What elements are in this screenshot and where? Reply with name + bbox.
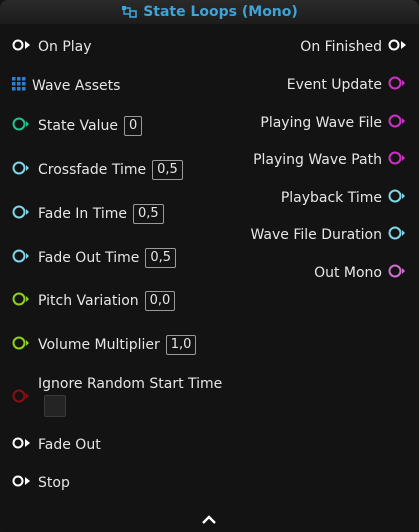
fade-in-time-pin[interactable]: Fade In Time 0,5 <box>12 204 164 224</box>
fade-in-time-input[interactable]: 0,5 <box>133 204 164 224</box>
crossfade-time-input[interactable]: 0,5 <box>152 160 183 180</box>
stop-label: Stop <box>38 475 70 491</box>
volume-multiplier-label: Volume Multiplier <box>38 337 160 353</box>
fade-out-pin[interactable]: Fade Out <box>12 436 101 454</box>
playing-wave-path-pin[interactable]: Playing Wave Path <box>253 151 408 169</box>
on-finished-label: On Finished <box>300 39 382 55</box>
float-pin-icon[interactable] <box>12 161 32 179</box>
wave-assets-label: Wave Assets <box>32 78 121 94</box>
playback-time-label: Playback Time <box>280 190 382 206</box>
fade-out-time-label: Fade Out Time <box>38 250 140 266</box>
state-value-pin[interactable]: State Value 0 <box>12 116 143 136</box>
fade-in-time-label: Fade In Time <box>38 206 128 222</box>
float-pin-icon[interactable] <box>388 226 408 244</box>
state-value-input[interactable]: 0 <box>123 116 143 136</box>
playing-wave-file-label: Playing Wave File <box>260 115 382 131</box>
exec-pin-icon[interactable] <box>388 38 408 56</box>
event-pin-icon[interactable] <box>388 76 408 94</box>
collapse-chevron-up-icon[interactable] <box>201 511 217 530</box>
playing-wave-file-pin[interactable]: Playing Wave File <box>260 114 408 132</box>
exec-pin-icon[interactable] <box>12 474 32 492</box>
playback-time-pin[interactable]: Playback Time <box>281 189 408 207</box>
event-update-pin[interactable]: Event Update <box>287 76 408 94</box>
event-update-label: Event Update <box>286 77 382 93</box>
exec-pin-icon[interactable] <box>12 436 32 454</box>
event-pin-icon[interactable] <box>388 114 408 132</box>
array-grid-icon[interactable] <box>12 77 26 95</box>
state-value-label: State Value <box>38 118 118 134</box>
on-play-label: On Play <box>38 39 92 55</box>
ignore-random-start-time-label-row: Ignore Random Start Time <box>12 376 222 392</box>
wave-file-duration-label: Wave File Duration <box>250 227 382 243</box>
float-green-pin-icon[interactable] <box>12 336 32 354</box>
pitch-variation-input[interactable]: 0,0 <box>144 291 176 311</box>
state-loops-node[interactable]: State Loops (Mono) On Play Wave Assets S… <box>0 0 419 532</box>
fade-out-time-input[interactable]: 0,5 <box>145 248 177 268</box>
event-pin-icon[interactable] <box>388 151 408 169</box>
on-play-pin[interactable]: On Play <box>12 38 92 56</box>
volume-multiplier-pin[interactable]: Volume Multiplier 1,0 <box>12 335 197 355</box>
on-finished-pin[interactable]: On Finished <box>300 38 408 56</box>
fade-out-label: Fade Out <box>38 437 101 453</box>
audio-pin-icon[interactable] <box>388 264 408 282</box>
ignore-random-start-time-label: Ignore Random Start Time <box>38 376 223 392</box>
node-graph-icon <box>121 4 137 23</box>
float-pin-icon[interactable] <box>12 205 32 223</box>
volume-multiplier-input[interactable]: 1,0 <box>165 335 197 355</box>
float-pin-icon[interactable] <box>388 189 408 207</box>
playing-wave-path-label: Playing Wave Path <box>253 152 382 168</box>
pitch-variation-pin[interactable]: Pitch Variation 0,0 <box>12 291 176 311</box>
crossfade-time-label: Crossfade Time <box>38 162 147 178</box>
wave-file-duration-pin[interactable]: Wave File Duration <box>250 226 408 244</box>
int-pin-icon[interactable] <box>12 117 32 135</box>
bool-pin-icon[interactable] <box>12 389 32 407</box>
node-title: State Loops (Mono) <box>143 4 298 20</box>
float-green-pin-icon[interactable] <box>12 292 32 310</box>
stop-pin[interactable]: Stop <box>12 474 70 492</box>
crossfade-time-pin[interactable]: Crossfade Time 0,5 <box>12 160 183 180</box>
node-header[interactable]: State Loops (Mono) <box>0 0 419 24</box>
out-mono-pin[interactable]: Out Mono <box>314 264 408 282</box>
pitch-variation-label: Pitch Variation <box>38 293 139 309</box>
fade-out-time-pin[interactable]: Fade Out Time 0,5 <box>12 248 177 268</box>
exec-pin-icon[interactable] <box>12 38 32 56</box>
ignore-random-start-time-pin[interactable] <box>12 389 32 407</box>
ignore-random-start-time-checkbox[interactable] <box>44 395 66 417</box>
float-pin-icon[interactable] <box>12 249 32 267</box>
wave-assets-pin[interactable]: Wave Assets <box>12 77 120 95</box>
out-mono-label: Out Mono <box>314 265 382 281</box>
